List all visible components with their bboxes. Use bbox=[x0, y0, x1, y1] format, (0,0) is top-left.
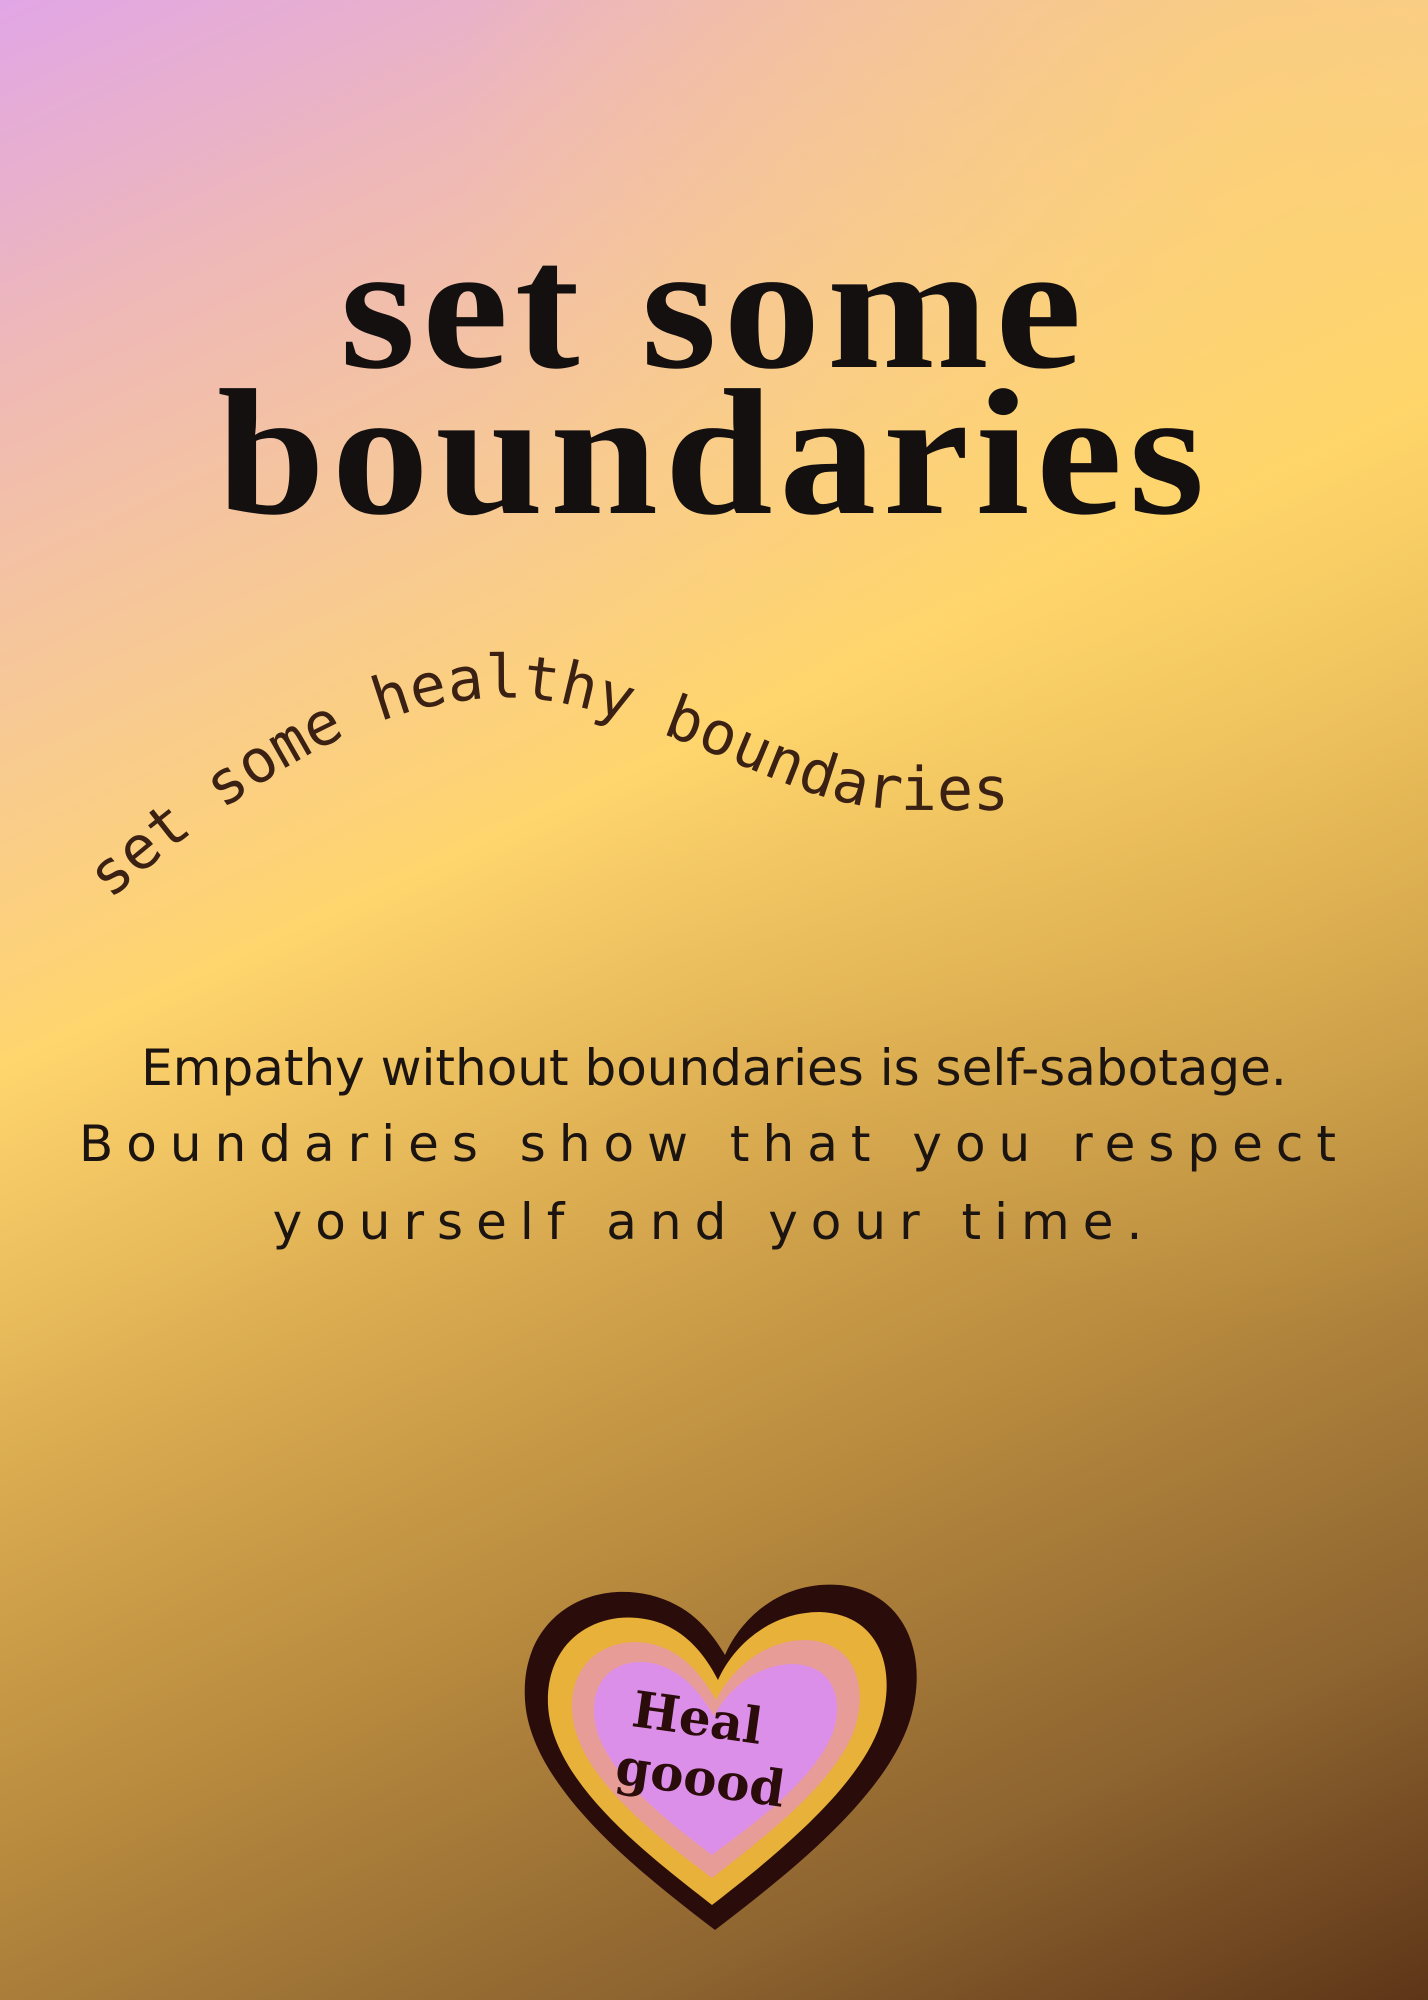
poster: set some boundaries set some healthy bou… bbox=[0, 0, 1428, 2000]
heart-icon: Heal goood bbox=[524, 1584, 917, 1930]
curved-subtitle-path-text: set some healthy boundaries bbox=[74, 643, 1009, 912]
curved-subtitle: set some healthy boundaries bbox=[74, 643, 1009, 912]
curved-subtitle-text: set some healthy boundaries bbox=[74, 643, 1009, 912]
heal-good-badge: Heal goood bbox=[500, 1560, 940, 1950]
title-line-2: boundaries bbox=[217, 353, 1211, 552]
body-line-1: Empathy without boundaries is self-sabot… bbox=[141, 1039, 1287, 1097]
body-line-2: Boundaries show that you respect bbox=[79, 1115, 1349, 1173]
body-line-3: yourself and your time. bbox=[272, 1193, 1156, 1251]
